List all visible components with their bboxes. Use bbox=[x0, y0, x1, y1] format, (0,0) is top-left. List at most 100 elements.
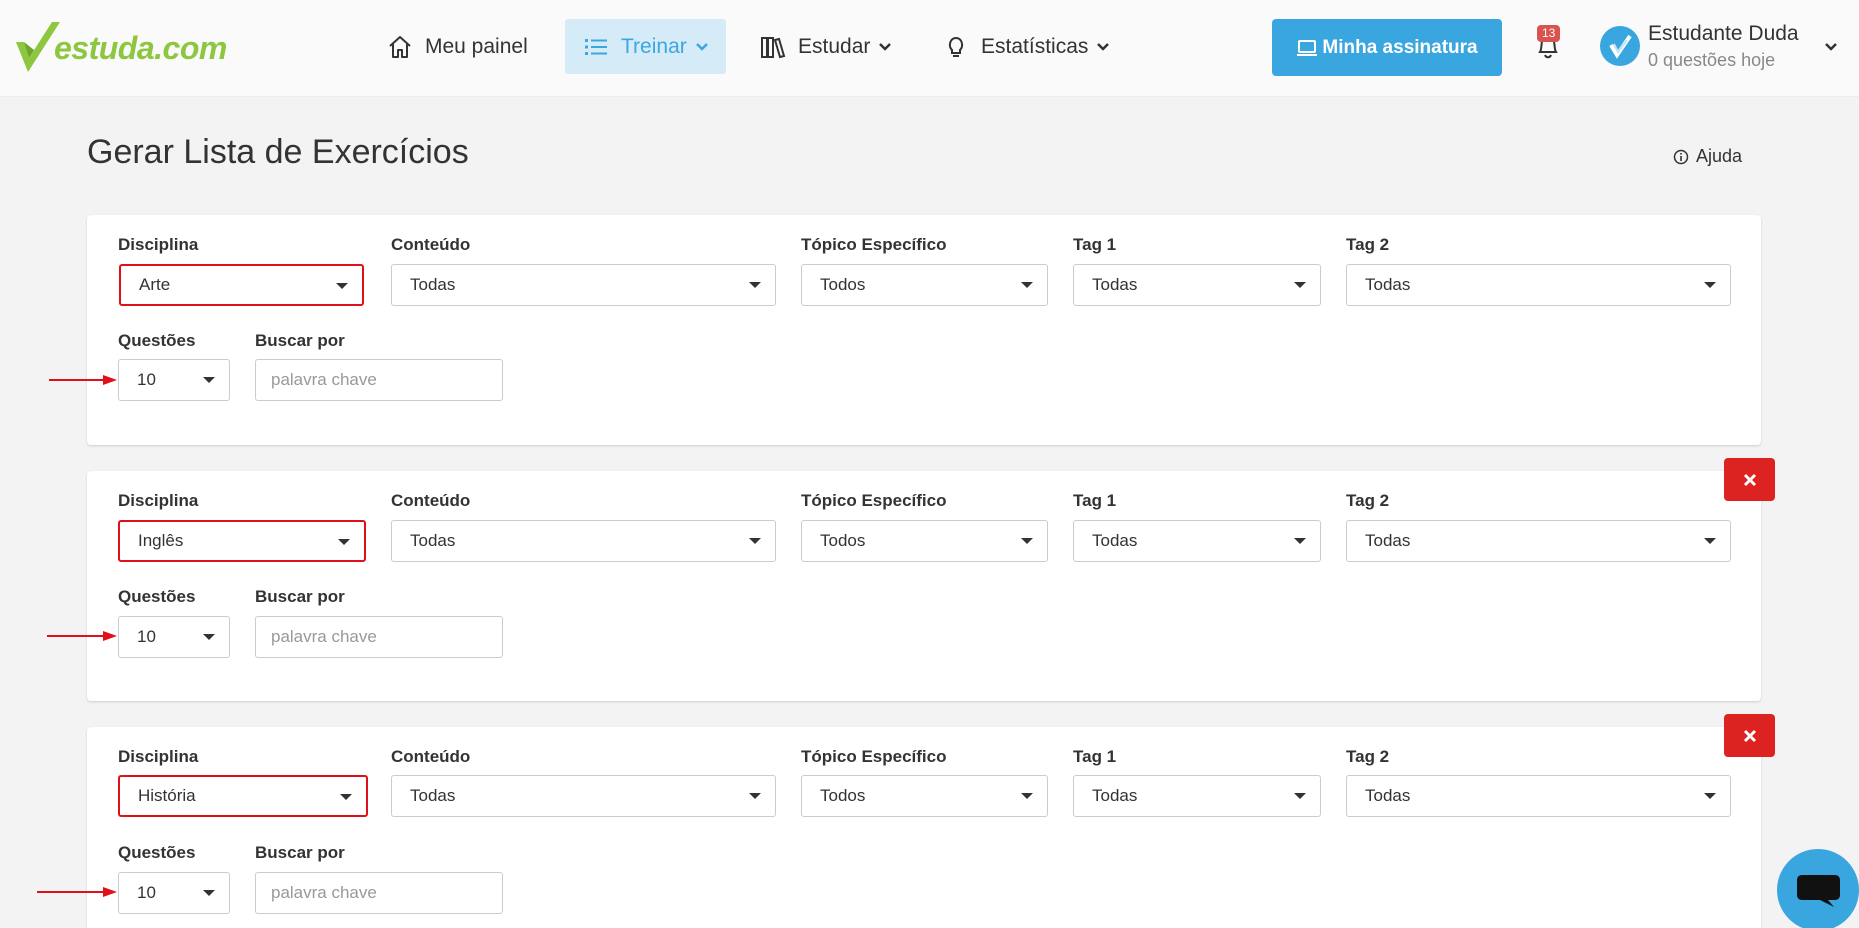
nav-meu-painel[interactable]: Meu painel bbox=[387, 19, 528, 74]
tag1-select[interactable]: Todas bbox=[1073, 264, 1321, 306]
caret-down-icon bbox=[203, 377, 215, 383]
search-input[interactable]: palavra chave bbox=[255, 616, 503, 658]
remove-card-button[interactable] bbox=[1724, 458, 1775, 501]
filter-card-2: Disciplina Conteúdo Tópico Específico Ta… bbox=[87, 471, 1761, 701]
help-label: Ajuda bbox=[1696, 146, 1743, 166]
caret-down-icon bbox=[1704, 538, 1716, 544]
remove-card-button[interactable] bbox=[1724, 714, 1775, 757]
caret-down-icon bbox=[1021, 793, 1033, 799]
chevron-down-icon bbox=[879, 42, 892, 51]
disciplina-value: Arte bbox=[139, 275, 171, 294]
caret-down-icon bbox=[340, 794, 352, 800]
label-questoes: Questões bbox=[118, 587, 196, 606]
tag2-select[interactable]: Todas bbox=[1346, 264, 1731, 306]
avatar[interactable] bbox=[1600, 26, 1640, 66]
topico-value: Todos bbox=[820, 531, 866, 550]
label-buscar: Buscar por bbox=[255, 843, 345, 862]
caret-down-icon bbox=[1294, 538, 1306, 544]
questoes-value: 10 bbox=[137, 883, 156, 902]
caret-down-icon bbox=[749, 282, 761, 288]
home-icon bbox=[389, 35, 411, 58]
tag1-select[interactable]: Todas bbox=[1073, 775, 1321, 817]
questoes-value: 10 bbox=[137, 627, 156, 646]
questoes-select[interactable]: 10 bbox=[118, 616, 230, 658]
filter-card-3: Disciplina Conteúdo Tópico Específico Ta… bbox=[87, 727, 1761, 928]
search-input[interactable]: palavra chave bbox=[255, 872, 503, 914]
topico-select[interactable]: Todos bbox=[801, 264, 1048, 306]
questoes-select[interactable]: 10 bbox=[118, 359, 230, 401]
label-tag1: Tag 1 bbox=[1073, 491, 1117, 510]
caret-down-icon bbox=[1021, 282, 1033, 288]
nav-treinar[interactable]: Treinar bbox=[565, 19, 726, 74]
user-name[interactable]: Estudante Duda bbox=[1648, 22, 1799, 46]
conteudo-select[interactable]: Todas bbox=[391, 264, 776, 306]
caret-down-icon bbox=[203, 890, 215, 896]
subscription-button[interactable]: Minha assinatura bbox=[1272, 19, 1502, 76]
caret-down-icon bbox=[1704, 282, 1716, 288]
topico-value: Todos bbox=[820, 786, 866, 805]
tag1-value: Todas bbox=[1092, 275, 1138, 294]
nav-estudar[interactable]: Estudar bbox=[760, 19, 892, 74]
label-topico: Tópico Específico bbox=[801, 235, 947, 254]
chevron-down-icon[interactable] bbox=[1824, 40, 1838, 54]
logo[interactable]: estuda.com bbox=[14, 18, 227, 74]
questoes-select[interactable]: 10 bbox=[118, 872, 230, 914]
books-icon bbox=[761, 36, 786, 58]
logo-text: estuda.com bbox=[54, 30, 227, 66]
chevron-down-icon bbox=[695, 42, 708, 51]
label-tag2: Tag 2 bbox=[1346, 491, 1390, 510]
annotation-arrow-icon bbox=[37, 887, 117, 897]
conteudo-value: Todas bbox=[410, 275, 456, 294]
tag1-select[interactable]: Todas bbox=[1073, 520, 1321, 562]
caret-down-icon bbox=[1021, 538, 1033, 544]
tag1-value: Todas bbox=[1092, 531, 1138, 550]
label-disciplina: Disciplina bbox=[118, 747, 199, 766]
disciplina-select[interactable]: Inglês bbox=[118, 520, 366, 562]
tag2-select[interactable]: Todas bbox=[1346, 775, 1731, 817]
caret-down-icon bbox=[338, 539, 350, 545]
conteudo-value: Todas bbox=[410, 531, 456, 550]
disciplina-select[interactable]: História bbox=[118, 775, 368, 817]
info-icon bbox=[1673, 149, 1689, 164]
label-tag1: Tag 1 bbox=[1073, 235, 1117, 254]
disciplina-value: História bbox=[138, 786, 196, 805]
lightbulb-icon bbox=[948, 36, 964, 57]
tag2-value: Todas bbox=[1365, 275, 1411, 294]
label-tag2: Tag 2 bbox=[1346, 747, 1390, 766]
disciplina-select[interactable]: Arte bbox=[119, 264, 364, 306]
label-tag1: Tag 1 bbox=[1073, 747, 1117, 766]
label-conteudo: Conteúdo bbox=[391, 235, 471, 254]
close-icon bbox=[1743, 729, 1756, 742]
nav-estatisticas-label: Estatísticas bbox=[981, 34, 1089, 58]
topico-select[interactable]: Todos bbox=[801, 775, 1048, 817]
tag1-value: Todas bbox=[1092, 786, 1138, 805]
label-questoes: Questões bbox=[118, 843, 196, 862]
label-buscar: Buscar por bbox=[255, 587, 345, 606]
topico-select[interactable]: Todos bbox=[801, 520, 1048, 562]
label-topico: Tópico Específico bbox=[801, 491, 947, 510]
nav-estudar-label: Estudar bbox=[798, 34, 871, 58]
close-icon bbox=[1743, 473, 1756, 486]
label-conteudo: Conteúdo bbox=[391, 747, 471, 766]
disciplina-value: Inglês bbox=[138, 531, 184, 550]
subscription-button-label: Minha assinatura bbox=[1322, 36, 1478, 58]
search-placeholder: palavra chave bbox=[271, 627, 377, 646]
help-link[interactable]: Ajuda bbox=[1673, 146, 1742, 167]
label-conteudo: Conteúdo bbox=[391, 491, 471, 510]
conteudo-select[interactable]: Todas bbox=[391, 775, 776, 817]
tag2-value: Todas bbox=[1365, 531, 1411, 550]
search-input[interactable]: palavra chave bbox=[255, 359, 503, 401]
chat-icon bbox=[1797, 875, 1840, 907]
chat-button[interactable] bbox=[1777, 849, 1859, 928]
caret-down-icon bbox=[749, 538, 761, 544]
conteudo-select[interactable]: Todas bbox=[391, 520, 776, 562]
label-tag2: Tag 2 bbox=[1346, 235, 1390, 254]
list-icon bbox=[585, 38, 607, 55]
page-title: Gerar Lista de Exercícios bbox=[87, 133, 469, 171]
tag2-select[interactable]: Todas bbox=[1346, 520, 1731, 562]
label-disciplina: Disciplina bbox=[118, 235, 199, 254]
nav-estatisticas[interactable]: Estatísticas bbox=[943, 19, 1110, 74]
caret-down-icon bbox=[1704, 793, 1716, 799]
nav-meu-painel-label: Meu painel bbox=[425, 34, 528, 58]
conteudo-value: Todas bbox=[410, 786, 456, 805]
